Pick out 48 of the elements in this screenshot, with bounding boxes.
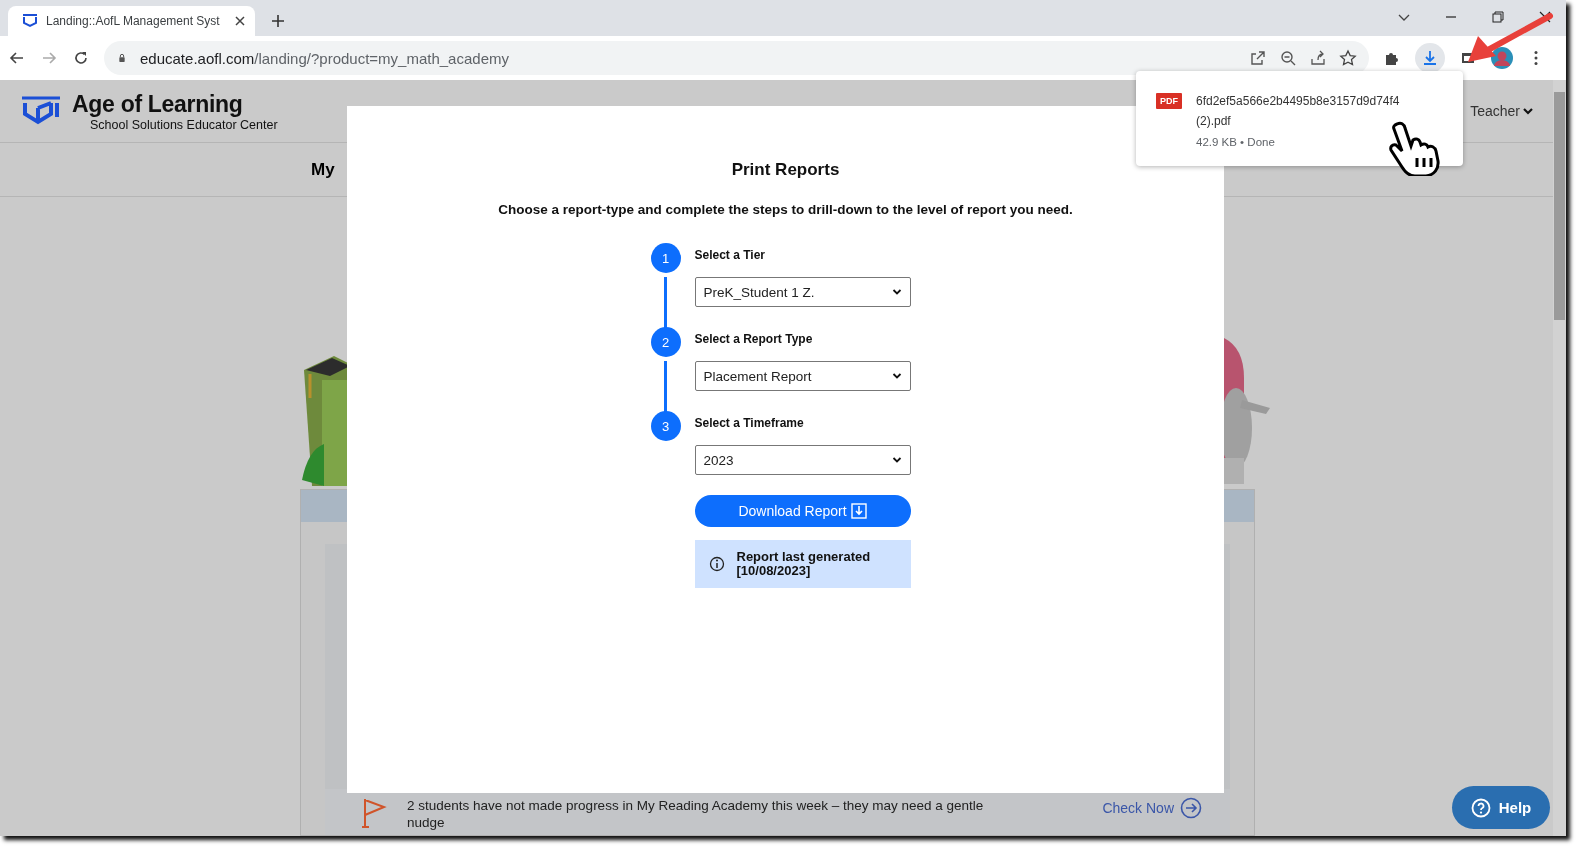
tab-title: Landing::AofL Management Syst: [46, 14, 221, 28]
instructions-text: Choose a report-type and complete the steps to drill-down to the level of report you need.: [498, 202, 1073, 217]
pdf-file-icon: PDF: [1156, 93, 1182, 109]
star-icon[interactable]: [1339, 49, 1357, 67]
chevron-down-icon: [891, 288, 902, 296]
avatar-icon[interactable]: [1491, 47, 1513, 69]
shield-logo-icon: [20, 95, 62, 127]
question-icon: [1470, 797, 1491, 818]
step-label: Select a Tier: [694, 248, 766, 262]
download-button[interactable]: [1415, 43, 1445, 73]
tagline: School Solutions Educator Center: [90, 117, 278, 132]
chevron-down-icon: [1523, 107, 1533, 115]
download-report-button[interactable]: Download Report: [694, 495, 911, 527]
step-number: 3: [650, 411, 681, 441]
url-text: educate.aofl.com/landing/?product=my_math_academy: [140, 49, 510, 67]
new-tab-icon[interactable]: [269, 12, 287, 30]
chevron-down-icon: [891, 372, 902, 380]
reload-icon[interactable]: [72, 49, 90, 67]
file-name[interactable]: 6fd2ef5a566e2b4495b8e3157d9d74f4 (2).pdf: [1196, 91, 1426, 131]
dialog-title: Print Reports: [731, 160, 840, 180]
user-menu[interactable]: Teacher: [1470, 103, 1533, 119]
step-label: Select a Report Type: [694, 332, 814, 346]
share-icon[interactable]: [1309, 49, 1327, 67]
step-label: Select a Timeframe: [694, 416, 805, 430]
check-now-link[interactable]: Check Now: [1102, 797, 1202, 819]
shield-logo-icon: [22, 14, 38, 28]
chevron-down-icon: [891, 456, 902, 464]
arrow-circle-icon: [1180, 797, 1202, 819]
scrollbar[interactable]: [1553, 80, 1566, 836]
download-icon: [850, 503, 867, 519]
dropdown-field[interactable]: Placement Report: [694, 361, 911, 391]
open-external-icon[interactable]: [1249, 49, 1267, 67]
info-text: Report last generated [10/08/2023]: [736, 550, 872, 578]
notice-text: 2 students have not made progress in My Reading Academy this week – they may need a gentle nudge: [407, 797, 985, 831]
dropdown-field[interactable]: 2023: [694, 445, 911, 475]
download-icon: [1421, 49, 1439, 67]
step-number: 1: [650, 243, 681, 273]
brand-name: Age of Learning: [72, 90, 244, 118]
info-icon: [708, 556, 725, 572]
zoom-out-icon[interactable]: [1279, 49, 1297, 67]
browser-tab[interactable]: Landing::AofL Management Syst: [8, 6, 255, 36]
dropdown-field[interactable]: PreK_Student 1 Z.: [694, 277, 911, 307]
flag-icon: [361, 797, 387, 829]
address-bar[interactable]: educate.aofl.com/landing/?product=my_math_academy: [104, 41, 1369, 75]
close-icon[interactable]: [235, 16, 245, 26]
step-number: 2: [650, 327, 681, 357]
help-button[interactable]: Help: [1452, 786, 1550, 829]
restore-icon[interactable]: [1489, 8, 1507, 26]
